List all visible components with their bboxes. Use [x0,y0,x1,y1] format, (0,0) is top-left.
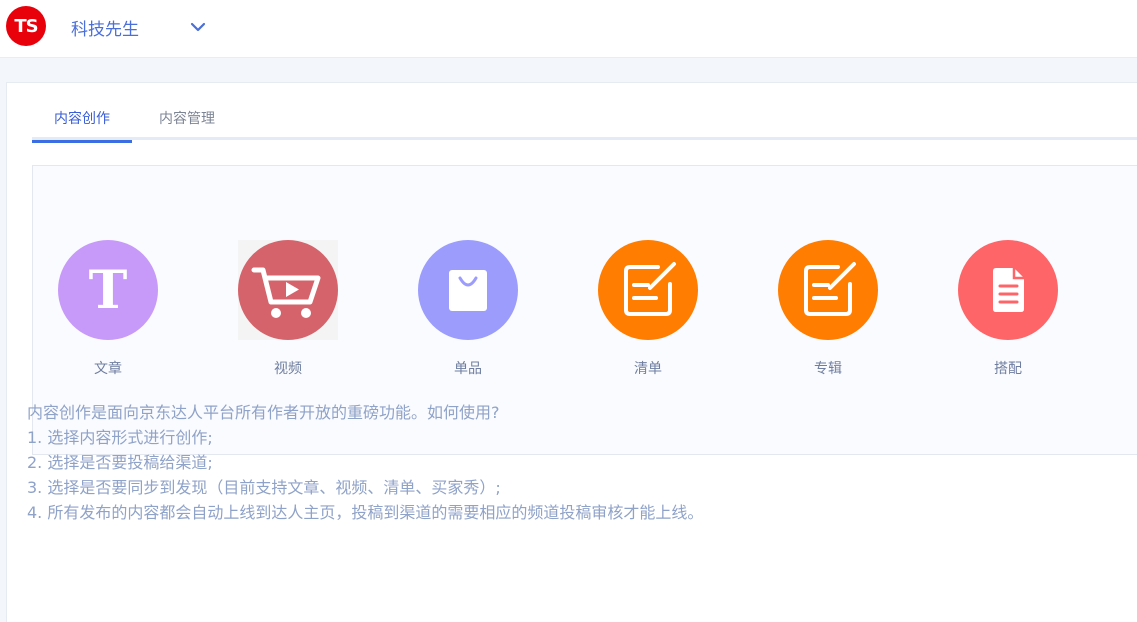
content-type-label: 搭配 [994,361,1022,377]
content-type-label: 单品 [454,361,482,377]
help-intro: 内容创作是面向京东达人平台所有作者开放的重磅功能。如何使用? [27,403,500,422]
help-step: 1. 选择内容形式进行创作; [27,428,213,447]
tab-content-manage[interactable]: 内容管理 [142,108,232,140]
edit-album-icon [778,240,878,340]
tab-content-create[interactable]: 内容创作 [32,108,132,143]
shopping-bag-icon [418,240,518,340]
brand-logo[interactable]: TS [6,6,46,46]
chevron-down-icon[interactable] [188,17,208,37]
help-step: 4. 所有发布的内容都会自动上线到达人主页，投稿到渠道的需要相应的频道投稿审核才… [27,503,704,522]
content-type-label: 专辑 [814,361,842,377]
help-step: 2. 选择是否要投稿给渠道; [27,453,213,472]
document-icon [958,240,1058,340]
content-type-outfit[interactable]: 搭配 [948,240,1068,390]
content-type-label: 清单 [634,361,662,377]
edit-list-icon [598,240,698,340]
content-type-album[interactable]: 专辑 [768,240,888,390]
content-panel: 内容创作 内容管理 T 文章 视频 单品 清单 专辑 搭配 [6,82,1137,622]
cart-video-icon [238,240,338,340]
top-bar: TS 科技先生 [0,0,1137,58]
help-text: 内容创作是面向京东达人平台所有作者开放的重磅功能。如何使用? 1. 选择内容形式… [27,400,703,525]
tab-bar: 内容创作 内容管理 [32,108,1137,143]
text-t-icon: T [58,240,158,340]
svg-text:T: T [89,260,128,321]
help-step: 3. 选择是否要同步到发现（目前支持文章、视频、清单、买家秀）; [27,478,501,497]
content-type-label: 视频 [274,361,302,377]
content-type-list[interactable]: 清单 [588,240,708,390]
content-type-video[interactable]: 视频 [228,240,348,390]
content-type-article[interactable]: T 文章 [48,240,168,390]
content-type-label: 文章 [94,361,122,377]
shop-name[interactable]: 科技先生 [71,15,139,40]
content-type-product[interactable]: 单品 [408,240,528,390]
